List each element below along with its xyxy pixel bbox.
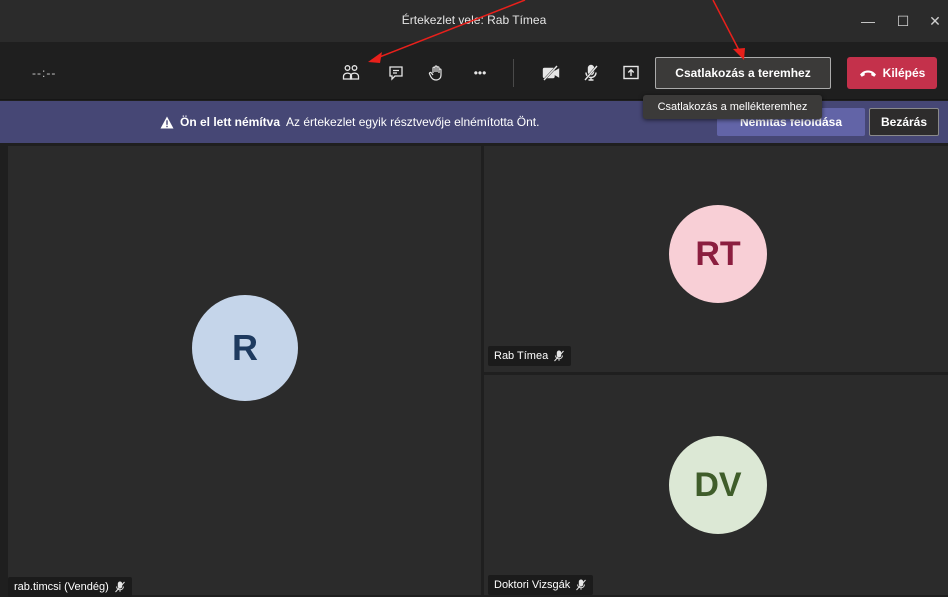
camera-button[interactable] bbox=[537, 59, 565, 87]
title-bar: Értekezlet vele: Rab Tímea — ☐ ✕ bbox=[0, 0, 948, 42]
participant-name-tag: Doktori Vizsgák bbox=[488, 575, 594, 595]
avatar: DV bbox=[669, 436, 767, 534]
participants-icon bbox=[342, 65, 360, 80]
hang-up-icon bbox=[859, 70, 876, 77]
meeting-timer: --:-- bbox=[32, 66, 57, 80]
leave-button[interactable]: Kilépés bbox=[847, 57, 937, 89]
toolbar-divider bbox=[513, 59, 514, 87]
participant-name: rab.timcsi (Vendég) bbox=[14, 581, 109, 593]
mic-off-icon bbox=[584, 64, 598, 81]
participant-name: Doktori Vizsgák bbox=[494, 579, 571, 591]
participant-tile[interactable]: DV Doktori Vizsgák bbox=[484, 375, 948, 595]
notice-title: Ön el lett némítva bbox=[180, 115, 281, 129]
join-room-button[interactable]: Csatlakozás a teremhez bbox=[655, 57, 831, 89]
close-window-button[interactable]: ✕ bbox=[922, 8, 948, 34]
warning-icon bbox=[160, 116, 174, 128]
mic-off-icon bbox=[554, 350, 565, 362]
maximize-button[interactable]: ☐ bbox=[890, 8, 916, 34]
avatar: R bbox=[192, 295, 298, 401]
camera-off-icon bbox=[542, 65, 560, 81]
leave-label: Kilépés bbox=[882, 66, 926, 80]
participants-button[interactable] bbox=[337, 59, 365, 87]
window-title: Értekezlet vele: Rab Tímea bbox=[401, 13, 547, 27]
minimize-button[interactable]: — bbox=[855, 8, 881, 34]
share-screen-button[interactable] bbox=[617, 59, 645, 87]
participant-name-tag: rab.timcsi (Vendég) bbox=[8, 577, 132, 597]
mic-off-icon bbox=[114, 581, 125, 593]
participant-name: Rab Tímea bbox=[494, 350, 549, 362]
share-screen-icon bbox=[623, 65, 639, 80]
close-notice-button[interactable]: Bezárás bbox=[869, 108, 939, 136]
participant-tile[interactable]: RT Rab Tímea bbox=[484, 146, 948, 372]
notice-text: Ön el lett némítva Az értekezlet egyik r… bbox=[160, 115, 539, 129]
participant-name-tag: Rab Tímea bbox=[488, 346, 572, 366]
chat-button[interactable] bbox=[382, 59, 410, 87]
more-options-button[interactable]: ••• bbox=[466, 59, 494, 87]
join-room-tooltip: Csatlakozás a mellékteremhez bbox=[643, 95, 822, 119]
microphone-button[interactable] bbox=[577, 59, 605, 87]
participant-tile[interactable]: R rab.timcsi (Vendég) bbox=[8, 146, 481, 597]
chat-icon bbox=[389, 66, 403, 81]
notice-message: Az értekezlet egyik résztvevője elnémíto… bbox=[286, 115, 540, 129]
raise-hand-icon bbox=[428, 65, 442, 81]
avatar: RT bbox=[669, 205, 767, 303]
mic-off-icon bbox=[576, 579, 587, 591]
raise-hand-button[interactable] bbox=[422, 59, 450, 87]
